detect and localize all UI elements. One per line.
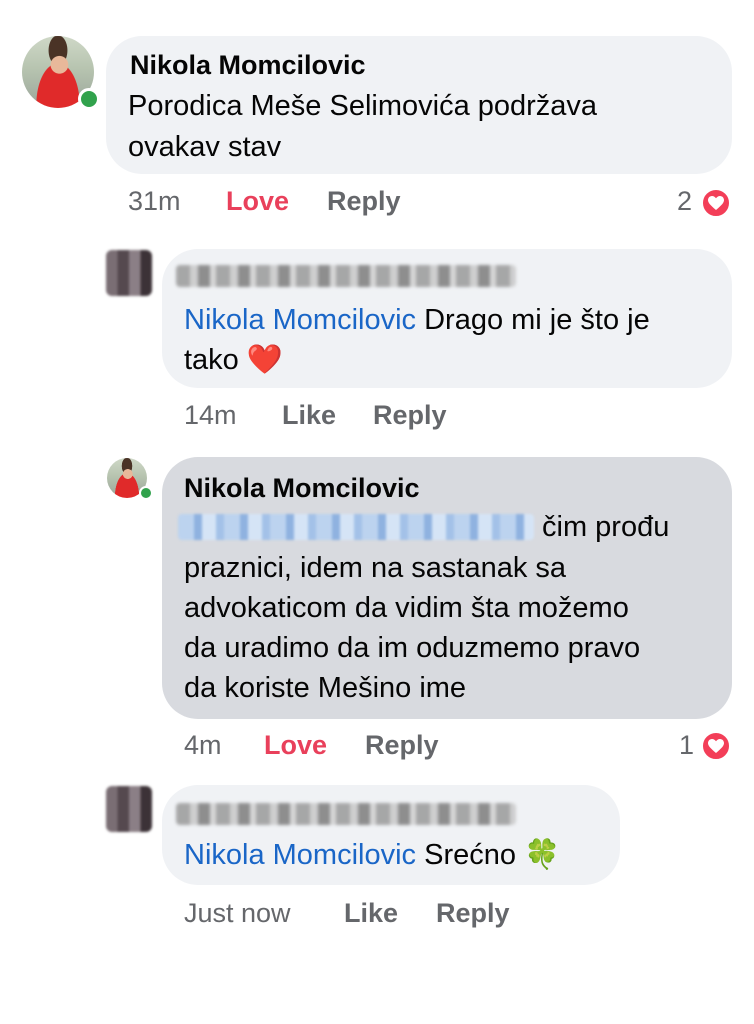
heart-icon[interactable] [701,731,731,761]
reply-button[interactable]: Reply [373,400,447,431]
reaction-count[interactable]: 2 [677,186,692,217]
like-button[interactable]: Like [282,400,336,431]
comment-text-line: čim prođu [542,511,670,543]
reaction-count[interactable]: 1 [679,730,694,761]
avatar[interactable] [22,36,100,110]
avatar[interactable] [106,786,152,832]
comment-timestamp[interactable]: Just now [184,898,291,929]
comment-bubble: Nikola Momcilovic Srećno 🍀 [162,785,620,885]
online-status-dot [139,486,153,500]
comment-author[interactable]: Nikola Momcilovic [184,473,420,504]
comment-author-blurred [176,803,516,825]
heart-emoji: ❤️ [246,344,283,376]
comment-text-line: da uradimo da im oduzmemo pravo [184,632,641,664]
avatar[interactable] [106,250,152,296]
comment-text: tako [184,344,239,376]
comment-text-line: advokaticom da vidim šta možemo [184,592,629,624]
comment-text-line: da koriste Mešino ime [184,672,467,704]
online-status-dot [78,88,100,110]
reply-button[interactable]: Reply [365,730,439,761]
comment-text-line: Nikola Momcilovic Drago mi je što je [184,300,650,341]
heart-icon[interactable] [701,188,731,218]
comment-text-line: ovakav stav [128,131,282,163]
avatar-photo-blurred [106,250,152,296]
comment-bubble: Nikola Momcilovic Drago mi je što je tak… [162,249,732,388]
comment-author[interactable]: Nikola Momcilovic [130,50,366,81]
mention-link[interactable]: Nikola Momcilovic [184,839,416,871]
comment-bubble-selected: Nikola Momcilovic čim prođu praznici, id… [162,457,732,719]
comment-timestamp[interactable]: 4m [184,730,222,761]
four-leaf-clover-emoji: 🍀 [524,839,561,871]
comment-text-line: Porodica Meše Selimovića podržava [128,90,598,122]
love-button[interactable]: Love [226,186,289,217]
comment-text: Drago mi je što je [416,304,650,336]
comment-text: Srećno [416,839,516,871]
comment-text-line: praznici, idem na sastanak sa [184,552,567,584]
comment-author-blurred [176,265,516,287]
like-button[interactable]: Like [344,898,398,929]
comment-timestamp[interactable]: 14m [184,400,237,431]
comment-text-line: Nikola Momcilovic Srećno 🍀 [184,835,560,876]
avatar-photo-blurred [106,786,152,832]
comment-text-line: tako ❤️ [184,340,283,381]
reply-button[interactable]: Reply [436,898,510,929]
mention-link[interactable]: Nikola Momcilovic [184,304,416,336]
avatar[interactable] [107,458,153,500]
love-button[interactable]: Love [264,730,327,761]
reply-button[interactable]: Reply [327,186,401,217]
comment-bubble: Nikola Momcilovic Porodica Meše Selimovi… [106,36,732,174]
mention-blurred[interactable] [178,514,534,540]
comment-timestamp[interactable]: 31m [128,186,181,217]
